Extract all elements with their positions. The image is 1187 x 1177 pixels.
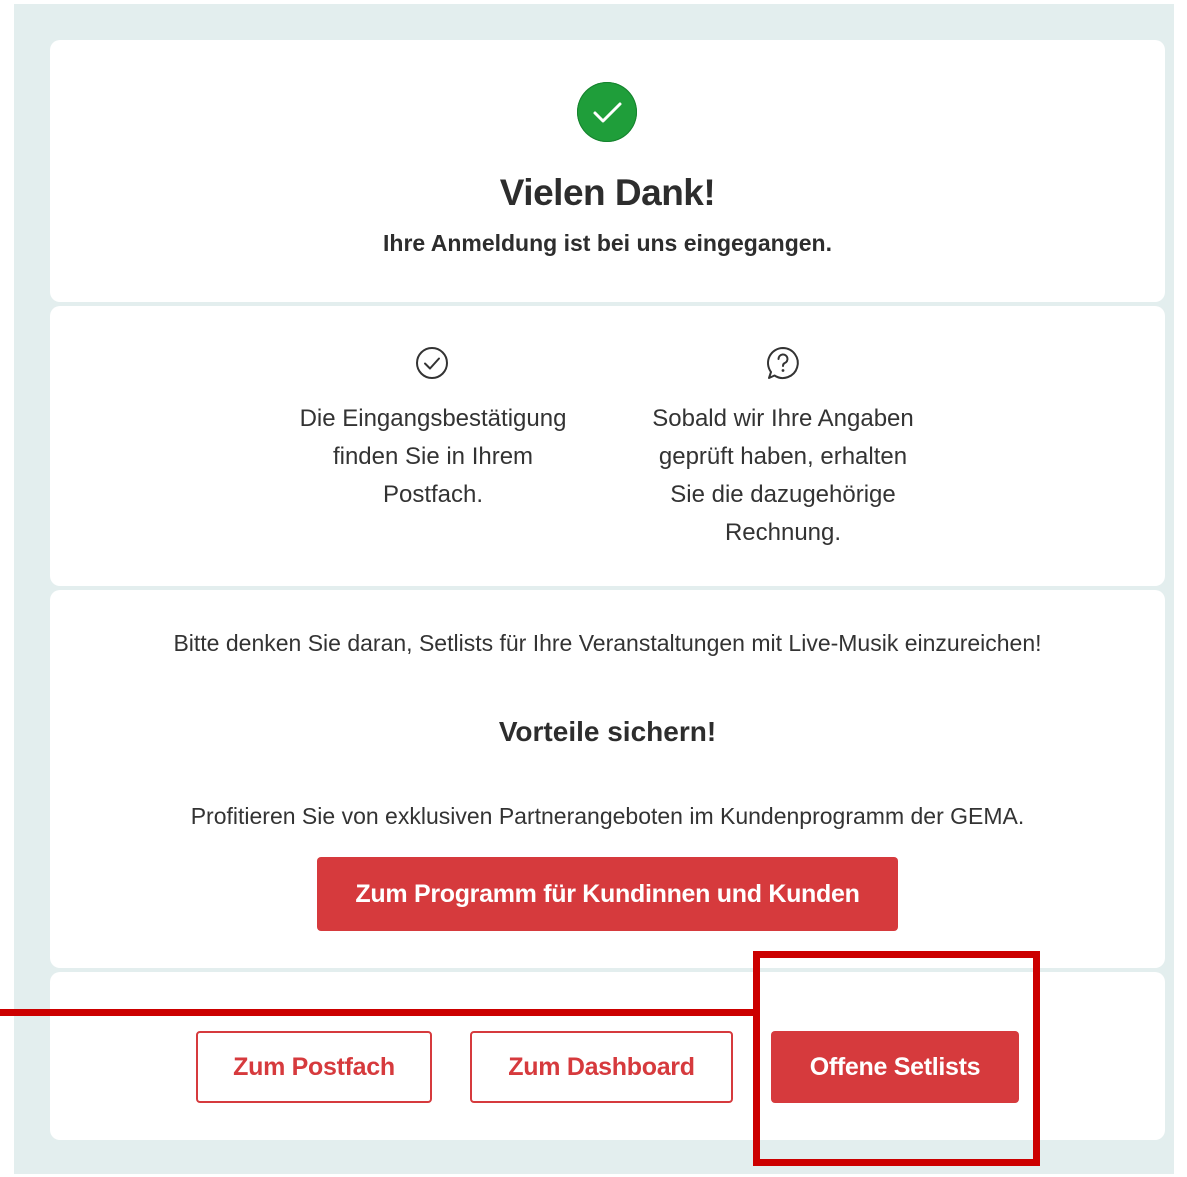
postfach-button[interactable]: Zum Postfach xyxy=(196,1031,432,1103)
success-check-icon xyxy=(577,82,637,142)
info-line: Sobald wir Ihre Angaben xyxy=(652,405,914,432)
check-circle-icon xyxy=(414,345,450,381)
info-line: Rechnung. xyxy=(724,519,842,546)
info-line: geprüft haben, erhalten xyxy=(658,443,908,470)
info-line: Die Eingangsbestätigung xyxy=(299,405,567,432)
annotation-pointer-line xyxy=(0,1009,756,1016)
customer-program-button[interactable]: Zum Programm für Kundinnen und Kunden xyxy=(317,857,898,931)
info-card xyxy=(50,306,1165,586)
info-invoice-text: Sobald wir Ihre Angaben geprüft haben, e… xyxy=(618,400,948,552)
info-line: Sie die dazugehörige xyxy=(670,481,896,508)
benefits-text: Profitieren Sie von exklusiven Partneran… xyxy=(190,803,1025,829)
setlist-reminder-text: Bitte denken Sie daran, Setlists für Ihr… xyxy=(173,630,1042,656)
info-line: Postfach. xyxy=(382,481,484,508)
page-title: Vielen Dank! xyxy=(499,172,716,213)
confirmation-card xyxy=(50,40,1165,302)
info-confirmation-text: Die Eingangsbestätigung finden Sie in Ih… xyxy=(268,400,598,514)
annotation-highlight-box xyxy=(753,951,1040,1166)
page-subtitle: Ihre Anmeldung ist bei uns eingegangen. xyxy=(383,230,832,256)
benefits-heading: Vorteile sichern! xyxy=(498,716,717,747)
info-line: finden Sie in Ihrem xyxy=(332,443,534,470)
dashboard-button[interactable]: Zum Dashboard xyxy=(470,1031,733,1103)
question-bubble-icon xyxy=(765,345,801,381)
